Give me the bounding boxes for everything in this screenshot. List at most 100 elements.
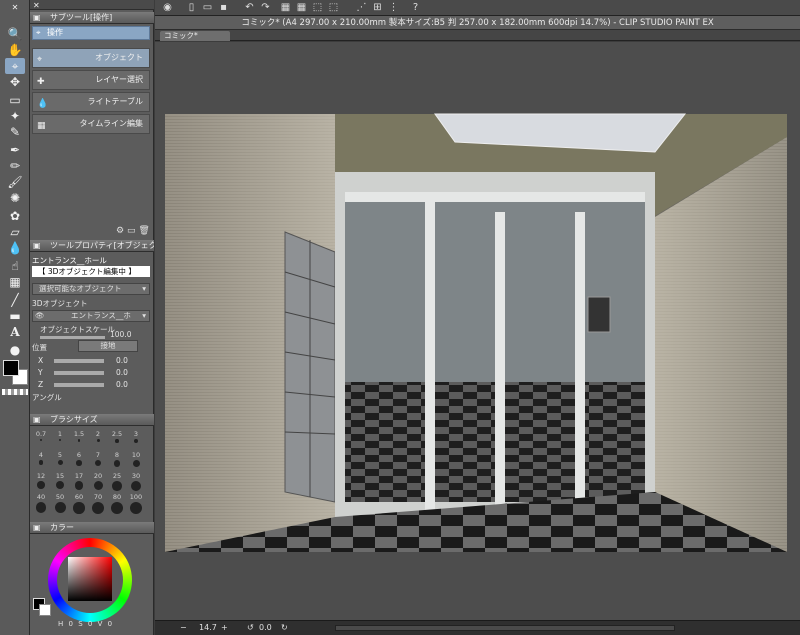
open-file-icon[interactable]: ▭ bbox=[201, 2, 214, 14]
main-color-swatch-front[interactable] bbox=[3, 360, 19, 376]
brush-size-cell[interactable]: 1 bbox=[51, 430, 69, 448]
brush-size-cell[interactable]: 0.7 bbox=[32, 430, 50, 448]
gradient-tool-icon[interactable]: ▦ bbox=[5, 274, 25, 290]
x-slider[interactable] bbox=[54, 359, 104, 363]
decoration-tool-icon[interactable]: ✿ bbox=[5, 208, 25, 224]
brush-size-cell[interactable]: 1.5 bbox=[70, 430, 88, 448]
brush-size-cell[interactable]: 3 bbox=[127, 430, 145, 448]
brush-size-cell[interactable]: 100 bbox=[127, 493, 145, 514]
operation-tool-icon[interactable]: ⌖ bbox=[5, 58, 25, 74]
close-icon[interactable]: ✕ bbox=[5, 2, 25, 12]
brush-size-cell[interactable]: 4 bbox=[32, 451, 50, 469]
saturation-value-square[interactable] bbox=[68, 557, 112, 601]
move-layer-tool-icon[interactable]: ✥ bbox=[5, 74, 25, 90]
auto-select-tool-icon[interactable]: ✦ bbox=[5, 108, 25, 124]
z-slider[interactable] bbox=[54, 383, 104, 387]
brush-size-cell[interactable]: 60 bbox=[70, 493, 88, 514]
undo-icon[interactable]: ↶ bbox=[243, 2, 256, 14]
brush-size-cell[interactable]: 2.5 bbox=[108, 430, 126, 448]
brush-size-dot bbox=[40, 439, 42, 441]
help-icon[interactable]: ? bbox=[409, 2, 422, 14]
brush-size-cell[interactable]: 2 bbox=[89, 430, 107, 448]
eyedropper-tool-icon[interactable]: ✎ bbox=[5, 124, 25, 140]
save-icon[interactable]: ▪ bbox=[217, 2, 230, 14]
canvas-artwork[interactable] bbox=[155, 42, 800, 620]
airbrush-tool-icon[interactable]: ✺ bbox=[5, 190, 25, 206]
brush-size-cell[interactable]: 5 bbox=[51, 451, 69, 469]
canvas-area[interactable] bbox=[155, 42, 800, 620]
x-value[interactable]: 0.0 bbox=[116, 356, 128, 365]
redo-icon[interactable]: ↷ bbox=[259, 2, 272, 14]
zoom-out-icon[interactable]: − bbox=[180, 623, 187, 632]
new-file-icon[interactable]: ▯ bbox=[185, 2, 198, 14]
y-slider[interactable] bbox=[54, 371, 104, 375]
selectable-objects-label: 選択可能なオブジェクト bbox=[39, 284, 122, 293]
color-sub-swatch[interactable] bbox=[39, 604, 51, 616]
brush-size-cell[interactable]: 12 bbox=[32, 472, 50, 490]
text-tool-icon[interactable]: A bbox=[5, 324, 25, 340]
clear-icon[interactable]: ▦ bbox=[279, 2, 292, 14]
object-scale-value[interactable]: 100.0 bbox=[110, 330, 140, 339]
brush-tool-icon[interactable]: 🖌 bbox=[5, 174, 25, 190]
pencil-tool-icon[interactable]: ✏ bbox=[5, 158, 25, 174]
brush-size-cell[interactable]: 70 bbox=[89, 493, 107, 514]
selection-tool-icon[interactable]: ▭ bbox=[5, 92, 25, 108]
transparent-color-swatch[interactable] bbox=[2, 389, 28, 395]
position-x-row: X 0.0 bbox=[32, 356, 150, 368]
z-value[interactable]: 0.0 bbox=[116, 380, 128, 389]
brush-size-cell[interactable]: 30 bbox=[127, 472, 145, 491]
subtool-item-layer-select[interactable]: ✚ レイヤー選択 bbox=[32, 70, 150, 90]
close-icon[interactable]: ✕ bbox=[33, 0, 40, 9]
settings-icon[interactable]: ⚙ bbox=[116, 226, 124, 236]
blend-tool-icon[interactable]: ☝ bbox=[5, 258, 25, 274]
rotation-value[interactable]: 0.0 bbox=[259, 623, 272, 632]
hsv-v-value: 0 bbox=[107, 620, 113, 628]
brush-size-cell[interactable]: 80 bbox=[108, 493, 126, 514]
visibility-icon[interactable]: 👁 bbox=[35, 311, 45, 321]
brush-size-cell[interactable]: 25 bbox=[108, 472, 126, 491]
subtool-item-lighttable[interactable]: 💧 ライトテーブル bbox=[32, 92, 150, 112]
balloon-tool-icon[interactable]: ● bbox=[5, 342, 25, 358]
subtool-item-timeline[interactable]: ▦ タイムライン編集 bbox=[32, 114, 150, 134]
brush-size-cell[interactable]: 20 bbox=[89, 472, 107, 490]
snap-perspective-icon[interactable]: ⋮ bbox=[387, 2, 400, 14]
frame-tool-icon[interactable]: ▬ bbox=[5, 308, 25, 324]
object-scale-slider[interactable] bbox=[40, 336, 105, 339]
hand-tool-icon[interactable]: ✋ bbox=[5, 42, 25, 58]
rotate-right-icon[interactable]: ↻ bbox=[281, 623, 288, 632]
brush-size-cell[interactable]: 17 bbox=[70, 472, 88, 490]
eraser-tool-icon[interactable]: ▱ bbox=[5, 224, 25, 240]
object-entry-label: エントランス__ホ bbox=[71, 311, 131, 320]
brush-size-cell[interactable]: 50 bbox=[51, 493, 69, 513]
deselect-icon[interactable]: ⬚ bbox=[327, 2, 340, 14]
subtool-group-operation[interactable]: ⌖ 操作 bbox=[32, 26, 150, 40]
snap-grid-icon[interactable]: ⊞ bbox=[371, 2, 384, 14]
snap-ruler-icon[interactable]: ⋰ bbox=[355, 2, 368, 14]
brush-size-cell[interactable]: 15 bbox=[51, 472, 69, 490]
zoom-in-icon[interactable]: + bbox=[221, 623, 228, 632]
brush-size-label: 70 bbox=[93, 493, 103, 501]
trash-icon[interactable]: 🗑 bbox=[138, 226, 149, 236]
brush-size-cell[interactable]: 8 bbox=[108, 451, 126, 469]
pen-tool-icon[interactable]: ✒ bbox=[5, 142, 25, 158]
selectable-objects-dropdown[interactable]: 選択可能なオブジェクト ▾ bbox=[32, 283, 150, 295]
app-menu-icon[interactable]: ◉ bbox=[161, 2, 174, 14]
zoom-value[interactable]: 14.7 bbox=[199, 623, 217, 632]
new-subtool-icon[interactable]: ▭ bbox=[127, 226, 136, 236]
y-value[interactable]: 0.0 bbox=[116, 368, 128, 377]
rotate-left-icon[interactable]: ↺ bbox=[247, 623, 254, 632]
tab-comic[interactable]: コミック* bbox=[160, 31, 230, 41]
object-entry-dropdown[interactable]: 👁 エントランス__ホ ▾ bbox=[32, 310, 150, 322]
brush-size-cell[interactable]: 10 bbox=[127, 451, 145, 469]
horizontal-scrollbar[interactable] bbox=[335, 625, 675, 631]
ground-button[interactable]: 接地 bbox=[78, 340, 138, 352]
figure-tool-icon[interactable]: ╱ bbox=[5, 292, 25, 308]
brush-size-cell[interactable]: 7 bbox=[89, 451, 107, 469]
transform-icon[interactable]: ⬚ bbox=[311, 2, 324, 14]
zoom-tool-icon[interactable]: 🔍 bbox=[5, 26, 25, 42]
fill-tool-icon[interactable]: 💧 bbox=[5, 240, 25, 256]
fill-selection-icon[interactable]: ▦ bbox=[295, 2, 308, 14]
brush-size-cell[interactable]: 40 bbox=[32, 493, 50, 513]
brush-size-cell[interactable]: 6 bbox=[70, 451, 88, 469]
subtool-item-object[interactable]: ⌖ オブジェクト bbox=[32, 48, 150, 68]
